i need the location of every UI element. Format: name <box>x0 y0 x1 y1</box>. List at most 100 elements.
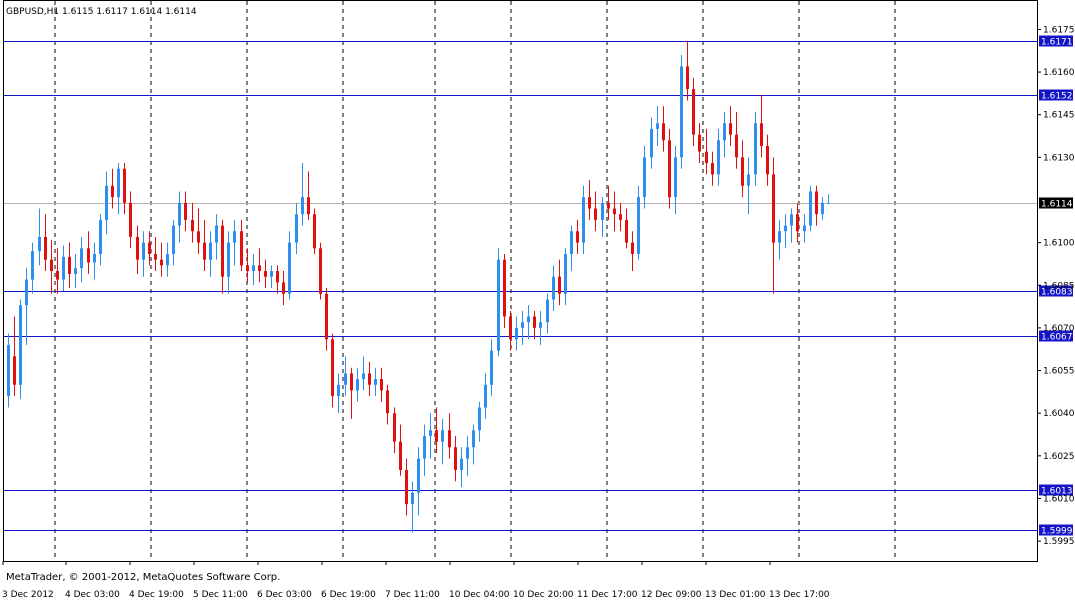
candle-body <box>160 259 163 266</box>
candle-body <box>448 430 451 448</box>
time-tick-label: 4 Dec 19:00 <box>129 590 184 600</box>
candle-body <box>31 251 34 280</box>
candle-body <box>246 265 249 272</box>
copyright-text: MetaTrader, © 2001-2012, MetaQuotes Soft… <box>6 572 280 583</box>
candle-body <box>594 208 597 220</box>
candle-body <box>754 123 757 175</box>
candle-body <box>252 265 255 272</box>
candle-body <box>650 128 653 158</box>
candle-body <box>117 168 120 198</box>
candle-body <box>295 214 298 243</box>
candle-body <box>515 327 518 340</box>
candle-body <box>643 157 646 198</box>
candle-body <box>123 168 126 203</box>
candle-body <box>50 259 53 272</box>
candle-body <box>686 66 689 90</box>
candle-body <box>44 236 47 260</box>
candle-body <box>148 242 151 254</box>
current-price-label: 1.6114 <box>1041 200 1073 210</box>
candle-body <box>509 316 512 340</box>
candle-body <box>337 384 340 397</box>
price-tick-label: 1.6040 <box>1043 409 1075 419</box>
candle-body <box>172 225 175 254</box>
candle-body <box>790 214 793 226</box>
price-tick-label: 1.5995 <box>1043 537 1075 547</box>
candle-body <box>154 253 157 260</box>
time-tick-label: 6 Dec 19:00 <box>321 590 376 600</box>
candle-body <box>87 248 90 263</box>
price-tick-label: 1.6145 <box>1043 111 1075 121</box>
candle-body <box>93 253 96 263</box>
candle-body <box>760 123 763 146</box>
candle-body <box>13 356 16 385</box>
candle-body <box>570 231 573 254</box>
level-price-label: 1.6152 <box>1041 92 1073 102</box>
candle-body <box>778 231 781 243</box>
level-price-label: 1.6067 <box>1041 333 1073 343</box>
candle-body <box>178 202 181 226</box>
candle-body <box>258 265 261 272</box>
candle-body <box>821 202 824 215</box>
candle-body <box>558 276 561 294</box>
price-tick-label: 1.6010 <box>1043 494 1075 504</box>
candle-body <box>668 140 671 198</box>
candle-body <box>393 413 396 442</box>
candle-body <box>766 145 769 175</box>
candle-body <box>233 231 236 243</box>
candle-body <box>497 259 500 351</box>
candle-body <box>240 231 243 266</box>
candle-body <box>552 276 555 300</box>
candle-body <box>490 350 493 385</box>
candle-body <box>466 447 469 459</box>
time-tick-label: 13 Dec 01:00 <box>705 590 766 600</box>
candle-body <box>656 123 659 129</box>
candle-body <box>38 236 41 252</box>
candle-body <box>539 322 542 328</box>
candle-body <box>227 242 230 277</box>
candle-body <box>166 253 169 266</box>
time-tick-label: 10 Dec 04:00 <box>449 590 510 600</box>
candle-body <box>399 441 402 471</box>
candle-body <box>705 151 708 164</box>
candle-body <box>533 316 536 328</box>
candle-body <box>723 123 726 141</box>
candle-body <box>803 225 806 232</box>
candle-body <box>331 339 334 397</box>
candle-body <box>772 174 775 243</box>
candle-body <box>521 322 524 328</box>
candle-body <box>276 271 279 283</box>
candle-body <box>105 185 108 220</box>
candle-body <box>184 202 187 220</box>
candle-body <box>698 134 701 152</box>
candle-body <box>429 430 432 436</box>
candle-body <box>203 242 206 260</box>
time-tick-label: 3 Dec 2012 <box>2 590 54 600</box>
candle-body <box>588 197 591 209</box>
price-tick-label: 1.6175 <box>1043 25 1075 35</box>
time-tick-label: 6 Dec 03:00 <box>257 590 312 600</box>
candle-body <box>613 208 616 215</box>
time-tick-label: 4 Dec 03:00 <box>65 590 120 600</box>
candle-body <box>460 458 463 471</box>
price-tick-label: 1.6160 <box>1043 68 1075 78</box>
price-axis: 1.6175 1.6160 1.6145 1.6130 1.6100 1.6085 1.60… <box>1037 25 1075 547</box>
candle-body <box>99 219 102 254</box>
candle-body <box>129 202 132 237</box>
candle-body <box>796 214 799 232</box>
candle-body <box>80 248 83 269</box>
symbol-header: GBPUSD,H1 1.6115 1.6117 1.6114 1.6114 <box>6 7 197 17</box>
candle-body <box>111 185 114 198</box>
candle-body <box>435 430 438 442</box>
candle-body <box>680 66 683 158</box>
candle-body <box>619 214 622 220</box>
plot-area[interactable] <box>3 0 1038 562</box>
price-tick-label: 1.6025 <box>1043 452 1075 462</box>
candle-body <box>374 379 377 385</box>
candle-body <box>747 174 750 186</box>
candle-body <box>478 407 481 431</box>
price-chart[interactable]: 1.61711.61521.60831.60671.60131.59991.61… <box>0 0 1075 602</box>
candle-body <box>136 236 139 260</box>
candle-body <box>576 231 579 243</box>
time-tick-label: 12 Dec 09:00 <box>641 590 702 600</box>
candle-body <box>582 197 585 243</box>
